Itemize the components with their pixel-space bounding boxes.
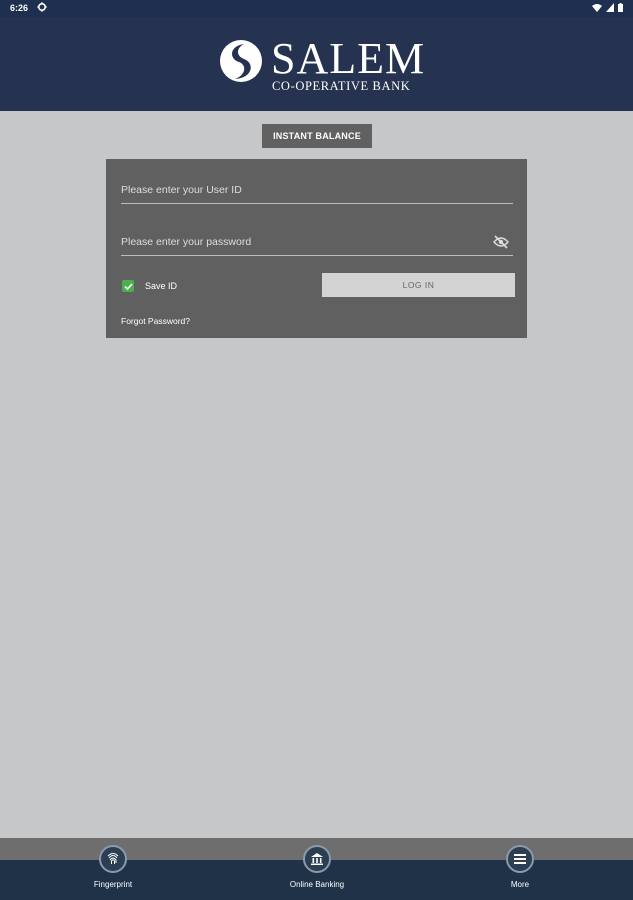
brand-name: SALEM xyxy=(271,34,426,83)
user-id-field xyxy=(121,179,513,204)
nav-item-online-banking[interactable]: Online Banking xyxy=(267,845,367,889)
instant-balance-button[interactable]: INSTANT BALANCE xyxy=(262,124,372,148)
salem-swirl-logo-icon xyxy=(220,40,262,82)
nav-label-fingerprint: Fingerprint xyxy=(93,880,133,889)
nav-item-more[interactable]: More xyxy=(470,845,570,889)
bottom-navigation: Fingerprint Online Banking More xyxy=(0,845,633,900)
login-button[interactable]: LOG IN xyxy=(322,273,515,297)
wifi-icon xyxy=(592,4,602,12)
nav-item-fingerprint[interactable]: Fingerprint xyxy=(63,845,163,889)
status-bar: 6:26 xyxy=(0,0,633,17)
nav-label-more: More xyxy=(510,880,530,889)
menu-icon xyxy=(506,845,534,873)
nav-label-online-banking: Online Banking xyxy=(289,880,345,889)
save-id-option[interactable]: Save ID xyxy=(122,280,177,292)
password-visibility-toggle-icon[interactable] xyxy=(493,235,509,249)
save-id-label: Save ID xyxy=(145,281,178,291)
status-icons xyxy=(592,3,623,12)
forgot-password-link[interactable]: Forgot Password? xyxy=(121,316,190,326)
cell-signal-icon xyxy=(606,3,614,12)
brand-subtitle: CO-OPERATIVE BANK xyxy=(272,79,411,93)
password-field xyxy=(121,231,513,256)
salem-logo: SALEM CO-OPERATIVE BANK xyxy=(219,35,424,93)
user-id-input[interactable] xyxy=(121,179,513,201)
checkmark-icon xyxy=(123,282,133,290)
login-card: Save ID LOG IN Forgot Password? xyxy=(106,159,527,338)
app-header: SALEM CO-OPERATIVE BANK xyxy=(0,17,633,111)
settings-gear-icon xyxy=(37,2,47,12)
battery-icon xyxy=(618,3,623,12)
save-id-checkbox[interactable] xyxy=(122,280,134,292)
password-input[interactable] xyxy=(121,231,513,253)
status-time: 6:26 xyxy=(10,3,29,13)
fingerprint-icon xyxy=(99,845,127,873)
bank-icon xyxy=(303,845,331,873)
